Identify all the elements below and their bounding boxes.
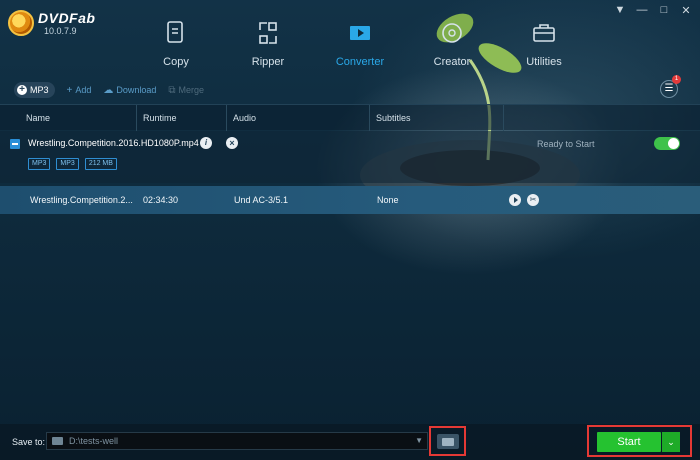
title-runtime: 02:34:30 [143,195,179,205]
merge-icon: ⧉ [168,84,176,96]
remove-file-icon[interactable]: × [226,137,238,149]
tab-ripper-label: Ripper [251,56,285,68]
path-dropdown-icon[interactable]: ▼ [415,436,423,445]
copy-icon [167,21,183,43]
ripper-icon [259,22,277,44]
tab-converter-label: Converter [335,56,385,68]
close-button[interactable]: ✕ [680,4,692,17]
merge-label: Merge [178,85,205,95]
tab-ripper[interactable]: Ripper [222,20,314,68]
app-logo: DVDFab 10.0.7.9 [8,10,95,36]
tab-creator[interactable]: Creator [406,20,498,68]
table-header: Name Runtime Audio Subtitles [0,104,700,131]
tab-creator-label: Creator [433,56,471,68]
output-format-tag: MP3 [56,158,79,170]
dvdfab-logo-icon [8,10,34,36]
download-label: Download [116,85,157,95]
app-name: DVDFab [38,10,96,26]
browse-highlight [429,426,466,456]
download-button[interactable]: ☁ Download [103,85,156,96]
save-path-value: D:\tests-well [69,436,119,446]
save-path-field[interactable]: D:\tests-well ▼ [46,432,428,450]
profile-label: MP3 [30,85,49,95]
browse-folder-button[interactable] [437,434,459,449]
column-audio[interactable]: Audio [227,104,370,131]
download-cloud-icon: ☁ [103,84,114,96]
file-name: Wrestling.Competition.2016.HD1080P.mp4 [28,138,199,148]
folder-icon [52,437,63,445]
column-name[interactable]: Name [0,104,137,131]
info-icon[interactable]: i [200,137,212,149]
app-version: 10.0.7.9 [44,26,77,36]
start-dropdown-button[interactable]: ⌄ [662,432,680,452]
title-subtitles[interactable]: None [377,186,399,214]
queue-count-badge: 1 [672,75,681,84]
app-window: DVDFab 10.0.7.9 ▼ — □ ✕ Copy Ripper Conv… [0,0,700,460]
add-icon: + [66,84,73,96]
tab-copy[interactable]: Copy [130,20,222,68]
utilities-icon [533,24,555,42]
add-label: Add [75,85,92,95]
toolbar: + MP3 + Add ☁ Download ⧉ Merge [14,82,204,98]
column-extra [504,105,700,131]
file-tags: MP3 MP3 212 MB [28,158,117,170]
module-tabs: Copy Ripper Converter Creator Utilities [130,20,590,68]
enable-toggle[interactable] [654,137,680,150]
scissors-edit-icon[interactable]: ✂ [527,194,539,206]
merge-button[interactable]: ⧉ Merge [168,85,204,96]
start-button[interactable]: Start [597,432,661,452]
status-text: Ready to Start [537,139,595,149]
settings-dropdown-icon[interactable]: ▼ [614,4,626,17]
play-preview-icon[interactable] [509,194,521,206]
tab-utilities[interactable]: Utilities [498,20,590,68]
save-to-label: Save to: [12,437,46,447]
file-size-tag: 212 MB [84,158,117,170]
column-subtitles[interactable]: Subtitles [370,104,504,131]
profile-plus-icon: + [17,85,27,95]
creator-icon [442,23,462,43]
tab-utilities-label: Utilities [526,56,562,68]
converter-icon [350,26,370,40]
tab-copy-label: Copy [163,56,189,68]
collapse-toggle[interactable] [10,139,20,149]
audio-format-tag: MP3 [28,158,51,170]
start-highlight: Start ⌄ [587,425,692,457]
title-audio[interactable]: Und AC-3/5.1 [234,186,288,214]
title-row[interactable]: Wrestling.Competition.2... 02:34:30 Und … [0,186,700,214]
list-icon: ☰ [664,83,674,94]
window-controls: ▼ — □ ✕ [614,4,692,17]
column-runtime[interactable]: Runtime [137,104,227,131]
minimize-button[interactable]: — [636,4,648,17]
title-name: Wrestling.Competition.2... [30,195,133,205]
add-button[interactable]: + Add [67,85,92,96]
maximize-button[interactable]: □ [658,4,670,17]
tab-converter[interactable]: Converter [314,20,406,68]
background-sprout-image [360,13,580,210]
profile-selector[interactable]: + MP3 [14,82,55,98]
